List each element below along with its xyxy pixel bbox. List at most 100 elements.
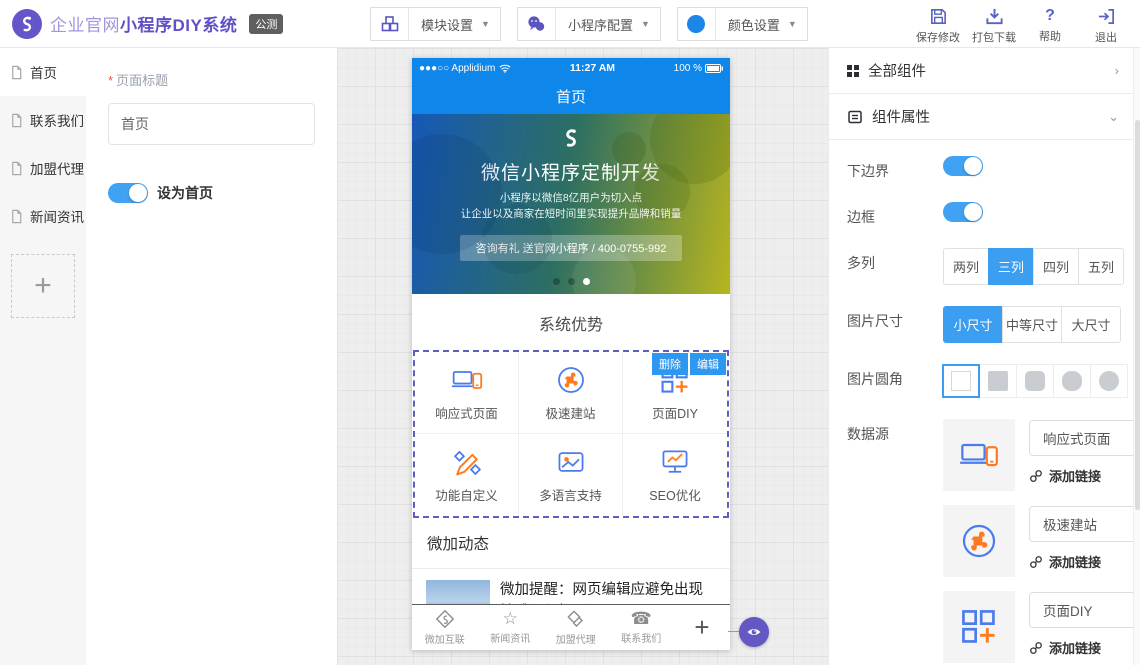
- preview-button[interactable]: [739, 617, 769, 647]
- radius-option-circle[interactable]: [1090, 364, 1128, 398]
- columns-option-4[interactable]: 四列: [1033, 248, 1079, 285]
- radius-option-square[interactable]: [942, 364, 980, 398]
- save-button[interactable]: 保存修改: [910, 5, 966, 45]
- delete-component-button[interactable]: 删除: [652, 353, 688, 375]
- datasource-row-responsive: 添加链接: [943, 419, 1133, 491]
- page-title-input[interactable]: [108, 103, 315, 145]
- tab-contact[interactable]: ☎ 联系我们: [609, 610, 675, 645]
- responsive-icon: [943, 419, 1015, 491]
- phone-status-bar: ●●●○○ Applidium 11:27 AM 100 %: [412, 58, 730, 78]
- columns-label: 多列: [847, 248, 943, 285]
- image-size-medium[interactable]: 中等尺寸: [1002, 306, 1062, 343]
- image-size-large[interactable]: 大尺寸: [1061, 306, 1121, 343]
- chevron-down-icon: ▼: [641, 19, 650, 29]
- download-package-button[interactable]: 打包下载: [966, 5, 1022, 45]
- sidebar-item-news[interactable]: 新闻资讯: [0, 192, 86, 240]
- plus-icon: +: [34, 269, 52, 303]
- color-swatch-icon: [678, 8, 716, 40]
- page-list-sidebar: 首页 联系我们 加盟代理 新闻资讯 +: [0, 48, 86, 665]
- edit-component-button[interactable]: 编辑: [690, 353, 726, 375]
- main-body: 首页 联系我们 加盟代理 新闻资讯 + *页面标题 设为首页: [0, 48, 1140, 665]
- plus-icon: +: [694, 612, 709, 642]
- grid-item-custom-function[interactable]: 功能自定义: [415, 434, 519, 516]
- radius-option-xs[interactable]: [979, 364, 1017, 398]
- help-button[interactable]: ? 帮助: [1022, 5, 1078, 45]
- help-icon: ?: [1045, 7, 1055, 25]
- color-settings-label: 颜色设置: [716, 15, 788, 34]
- datasource-label: 数据源: [847, 419, 943, 665]
- columns-option-5[interactable]: 五列: [1078, 248, 1124, 285]
- datasource-name-input[interactable]: [1029, 506, 1133, 542]
- sidebar-item-label: 新闻资讯: [30, 206, 84, 226]
- miniprogram-config-button[interactable]: 小程序配置 ▼: [517, 7, 661, 41]
- link-icon: [1029, 641, 1043, 655]
- hero-logo-icon: [558, 125, 584, 151]
- component-props-header[interactable]: 组件属性 ⌄: [829, 94, 1133, 140]
- carousel-dots[interactable]: [412, 278, 730, 285]
- add-link-button[interactable]: 添加链接: [1029, 466, 1133, 485]
- tab-weijia[interactable]: 微加互联: [412, 609, 478, 646]
- datasource-name-input[interactable]: [1029, 420, 1133, 456]
- columns-segmented: 两列 三列 四列 五列: [943, 248, 1124, 285]
- chevron-right-icon: ›: [1115, 63, 1119, 78]
- tab-add-button[interactable]: +: [674, 612, 730, 643]
- prop-row-image-radius: 图片圆角: [847, 364, 1133, 398]
- help-label: 帮助: [1039, 28, 1061, 44]
- grid-item-multi-language[interactable]: 多语言支持: [519, 434, 623, 516]
- chevron-down-icon: ▼: [481, 19, 490, 29]
- sidebar-item-home[interactable]: 首页: [0, 48, 86, 96]
- all-components-header[interactable]: 全部组件 ›: [829, 48, 1133, 94]
- page-title-label: *页面标题: [108, 70, 315, 89]
- prop-row-bottom-border: 下边界: [847, 156, 1133, 181]
- responsive-icon: [450, 364, 484, 396]
- sidebar-item-label: 加盟代理: [30, 158, 84, 178]
- sidebar-item-agency[interactable]: 加盟代理: [0, 144, 86, 192]
- hero-banner[interactable]: 微信小程序定制开发 小程序以微信8亿用户为切入点 让企业以及商家在短时间里实现提…: [412, 114, 730, 294]
- add-page-button[interactable]: +: [11, 254, 75, 318]
- page-icon: [9, 209, 24, 224]
- set-home-toggle[interactable]: [108, 183, 148, 203]
- sidebar-item-contact[interactable]: 联系我们: [0, 96, 86, 144]
- image-size-segmented: 小尺寸 中等尺寸 大尺寸: [943, 306, 1121, 343]
- required-mark: *: [108, 73, 113, 88]
- add-link-button[interactable]: 添加链接: [1029, 638, 1133, 657]
- datasource-name-input[interactable]: [1029, 592, 1133, 628]
- module-settings-button[interactable]: 模块设置 ▼: [370, 7, 501, 41]
- page-settings-panel: *页面标题 设为首页: [86, 48, 337, 665]
- link-icon: [1029, 555, 1043, 569]
- window-scrollbar[interactable]: [1133, 48, 1140, 665]
- exit-button[interactable]: 退出: [1078, 5, 1134, 45]
- brand: 企业官网小程序DIY系统 公测: [0, 9, 283, 39]
- battery-text: 100 %: [674, 63, 702, 74]
- page-icon: [9, 161, 24, 176]
- border-toggle[interactable]: [943, 202, 983, 222]
- sidebar-item-label: 联系我们: [30, 110, 84, 130]
- scrollbar-thumb[interactable]: [1135, 120, 1140, 510]
- tab-agency[interactable]: 加盟代理: [543, 609, 609, 646]
- tab-news[interactable]: ☆ 新闻资讯: [478, 610, 544, 645]
- color-settings-button[interactable]: 颜色设置 ▼: [677, 7, 808, 41]
- columns-option-3[interactable]: 三列: [988, 248, 1034, 285]
- download-icon: [985, 7, 1004, 26]
- selected-component-grid[interactable]: 删除 编辑 响应式页面 极速建站 页面DIY: [413, 350, 729, 518]
- phone-icon: ☎: [631, 610, 652, 628]
- radius-option-sm[interactable]: [1016, 364, 1054, 398]
- speed-build-icon: [555, 364, 587, 396]
- grid-item-responsive[interactable]: 响应式页面: [415, 352, 519, 434]
- beta-badge: 公测: [249, 14, 283, 34]
- image-size-small[interactable]: 小尺寸: [943, 306, 1003, 343]
- all-components-label: 全部组件: [868, 60, 926, 81]
- phone-tab-bar: 微加互联 ☆ 新闻资讯 加盟代理 ☎ 联系我们 +: [412, 604, 730, 650]
- miniprogram-config-label: 小程序配置: [556, 15, 641, 34]
- prop-row-border: 边框: [847, 202, 1133, 227]
- bottom-border-toggle[interactable]: [943, 156, 983, 176]
- grid-item-seo[interactable]: SEO优化: [623, 434, 727, 516]
- star-icon: ☆: [503, 610, 518, 628]
- datasource-row-page-diy: 添加链接: [943, 591, 1133, 663]
- grid-item-speed-build[interactable]: 极速建站: [519, 352, 623, 434]
- radius-option-md[interactable]: [1053, 364, 1091, 398]
- add-link-button[interactable]: 添加链接: [1029, 552, 1133, 571]
- design-canvas[interactable]: ●●●○○ Applidium 11:27 AM 100 % 首页: [337, 48, 828, 665]
- component-overlay-buttons: 删除 编辑: [652, 353, 726, 375]
- columns-option-2[interactable]: 两列: [943, 248, 989, 285]
